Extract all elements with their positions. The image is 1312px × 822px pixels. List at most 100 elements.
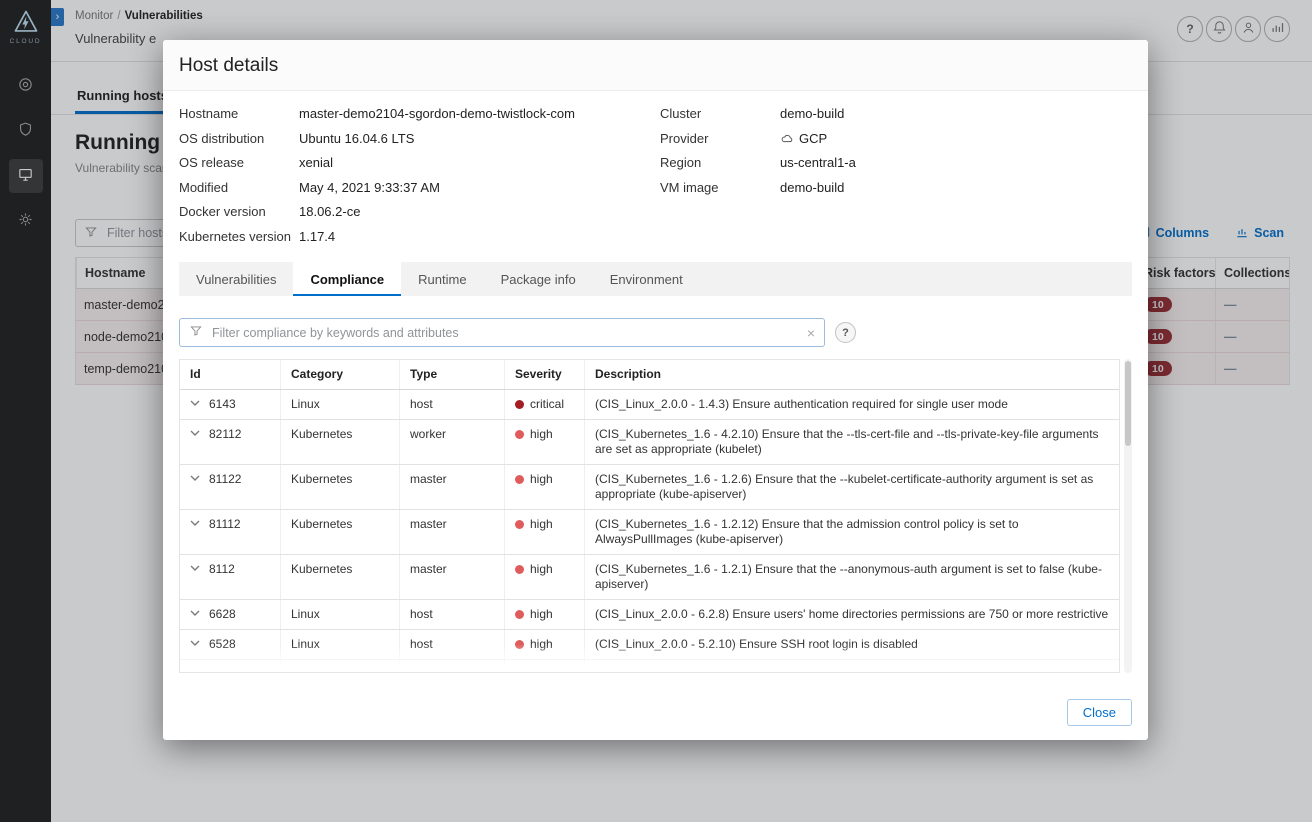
modal-tab-label: Vulnerabilities bbox=[196, 271, 277, 287]
modal-tabs: Vulnerabilities Compliance Runtime Packa… bbox=[179, 262, 1132, 296]
scrollbar-thumb[interactable] bbox=[1125, 361, 1131, 446]
compliance-type: host bbox=[399, 390, 504, 419]
compliance-table-header: Id Category Type Severity Description bbox=[180, 360, 1119, 390]
severity-label: high bbox=[530, 472, 553, 486]
severity-label: high bbox=[530, 517, 553, 531]
chevron-down-icon[interactable] bbox=[190, 610, 200, 616]
severity-dot bbox=[515, 475, 524, 484]
compliance-description: (CIS_Kubernetes_1.6 - 1.2.12) Ensure tha… bbox=[584, 510, 1119, 554]
close-button[interactable]: Close bbox=[1066, 699, 1132, 726]
compliance-category: Kubernetes bbox=[280, 555, 399, 599]
detail-value: master-demo2104-sgordon-demo-twistlock-c… bbox=[299, 106, 575, 121]
detail-value: GCP bbox=[799, 130, 828, 146]
details-left-column: Hostname master-demo2104-sgordon-demo-tw… bbox=[179, 105, 660, 246]
compliance-filter-input[interactable] bbox=[210, 324, 800, 341]
severity-label: critical bbox=[530, 397, 565, 411]
detail-row: VM image demo-build bbox=[660, 179, 856, 198]
chevron-down-icon[interactable] bbox=[190, 430, 200, 436]
chevron-down-icon[interactable] bbox=[190, 565, 200, 571]
modal-tab[interactable]: Runtime bbox=[401, 262, 483, 296]
severity-dot bbox=[515, 610, 524, 619]
compliance-id: 6628 bbox=[209, 607, 236, 621]
modal-tab[interactable]: Environment bbox=[593, 262, 700, 296]
compliance-row[interactable]: 6628 Linux host high (CIS_Linux_2.0.0 - … bbox=[180, 600, 1119, 630]
detail-row: Hostname master-demo2104-sgordon-demo-tw… bbox=[179, 105, 660, 124]
chevron-down-icon[interactable] bbox=[190, 640, 200, 646]
detail-label: OS release bbox=[179, 155, 245, 170]
detail-value: demo-build bbox=[780, 106, 845, 121]
severity-dot bbox=[515, 400, 524, 409]
detail-label: Hostname bbox=[179, 106, 239, 121]
compliance-type: host bbox=[399, 600, 504, 629]
chevron-down-icon[interactable] bbox=[190, 520, 200, 526]
modal-tab-label: Package info bbox=[500, 271, 576, 287]
detail-row: Modified May 4, 2021 9:33:37 AM bbox=[179, 179, 660, 198]
compliance-row[interactable]: 82112 Kubernetes worker high (CIS_Kubern… bbox=[180, 420, 1119, 465]
detail-label: Region bbox=[660, 155, 702, 170]
severity-header: Severity bbox=[504, 360, 584, 389]
modal-tab[interactable]: Package info bbox=[484, 262, 593, 296]
severity-dot bbox=[515, 670, 524, 672]
compliance-row[interactable]: 8112 Kubernetes master high (CIS_Kuberne… bbox=[180, 555, 1119, 600]
host-details: Hostname master-demo2104-sgordon-demo-tw… bbox=[179, 105, 1132, 246]
compliance-table-wrap: Id Category Type Severity Description 61… bbox=[179, 359, 1132, 673]
compliance-row[interactable]: 6528 Linux host high (CIS_Linux_2.0.0 - … bbox=[180, 630, 1119, 660]
compliance-type: host bbox=[399, 630, 504, 659]
chevron-down-icon[interactable] bbox=[190, 400, 200, 406]
detail-label: Kubernetes version bbox=[179, 228, 292, 244]
compliance-id: 82112 bbox=[209, 427, 242, 441]
severity-label: high bbox=[530, 637, 553, 651]
modal-tab-label: Runtime bbox=[418, 271, 467, 287]
compliance-description: (CIS_Linux_2.0.0 - 1.4.3) Ensure authent… bbox=[584, 390, 1119, 419]
details-right-column: Cluster demo-build Provider GCP Region u… bbox=[660, 105, 856, 246]
compliance-category: Linux bbox=[280, 660, 399, 672]
compliance-category: Kubernetes bbox=[280, 465, 399, 509]
detail-row: Docker version 18.06.2-ce bbox=[179, 203, 660, 222]
compliance-filter[interactable]: × bbox=[179, 318, 825, 347]
modal-body: Hostname master-demo2104-sgordon-demo-tw… bbox=[163, 91, 1148, 687]
modal-title: Host details bbox=[179, 55, 279, 76]
compliance-type: master bbox=[399, 465, 504, 509]
severity-dot bbox=[515, 640, 524, 649]
detail-value: 1.17.4 bbox=[299, 228, 336, 244]
detail-row: Cluster demo-build bbox=[660, 105, 856, 124]
detail-row: Region us-central1-a bbox=[660, 154, 856, 173]
detail-value: 18.06.2-ce bbox=[299, 204, 361, 219]
table-scrollbar[interactable] bbox=[1124, 359, 1132, 673]
detail-row: Provider GCP bbox=[660, 130, 856, 149]
detail-row: OS distribution Ubuntu 16.04.6 LTS bbox=[179, 130, 660, 149]
modal-tab[interactable]: Compliance bbox=[293, 262, 402, 296]
compliance-row[interactable]: 6521 Linux host high (CIS_Linux_2.0.0 - … bbox=[180, 660, 1119, 672]
compliance-row[interactable]: 6143 Linux host critical (CIS_Linux_2.0.… bbox=[180, 390, 1119, 420]
severity-dot bbox=[515, 430, 524, 439]
severity-label: high bbox=[530, 562, 553, 576]
compliance-id: 8112 bbox=[209, 562, 235, 576]
compliance-filter-row: × ? bbox=[179, 318, 1132, 347]
compliance-category: Kubernetes bbox=[280, 420, 399, 464]
clear-filter-icon[interactable]: × bbox=[807, 326, 815, 340]
detail-label: VM image bbox=[660, 179, 719, 195]
detail-row: Kubernetes version 1.17.4 bbox=[179, 228, 660, 247]
chevron-down-icon[interactable] bbox=[190, 670, 200, 672]
severity-dot bbox=[515, 565, 524, 574]
detail-value: May 4, 2021 9:33:37 AM bbox=[299, 179, 440, 195]
compliance-type: master bbox=[399, 510, 504, 554]
compliance-row[interactable]: 81122 Kubernetes master high (CIS_Kubern… bbox=[180, 465, 1119, 510]
compliance-description: (CIS_Kubernetes_1.6 - 1.2.6) Ensure that… bbox=[584, 465, 1119, 509]
compliance-description: (CIS_Kubernetes_1.6 - 4.2.10) Ensure tha… bbox=[584, 420, 1119, 464]
detail-label: Cluster bbox=[660, 106, 702, 121]
chevron-down-icon[interactable] bbox=[190, 475, 200, 481]
description-header: Description bbox=[584, 360, 1119, 389]
modal-tab[interactable]: Vulnerabilities bbox=[179, 262, 293, 296]
detail-label: Docker version bbox=[179, 204, 266, 219]
compliance-category: Linux bbox=[280, 630, 399, 659]
host-details-modal: Host details Hostname master-demo2104-sg… bbox=[163, 40, 1148, 740]
compliance-type: master bbox=[399, 555, 504, 599]
compliance-category: Kubernetes bbox=[280, 510, 399, 554]
filter-help-button[interactable]: ? bbox=[835, 322, 856, 343]
compliance-row[interactable]: 81112 Kubernetes master high (CIS_Kubern… bbox=[180, 510, 1119, 555]
detail-value: demo-build bbox=[780, 179, 845, 195]
compliance-table: Id Category Type Severity Description 61… bbox=[179, 359, 1120, 673]
detail-label: Modified bbox=[179, 179, 229, 195]
compliance-description: (CIS_Linux_2.0.0 - 5.2.1) Ensure permiss… bbox=[584, 660, 1119, 672]
